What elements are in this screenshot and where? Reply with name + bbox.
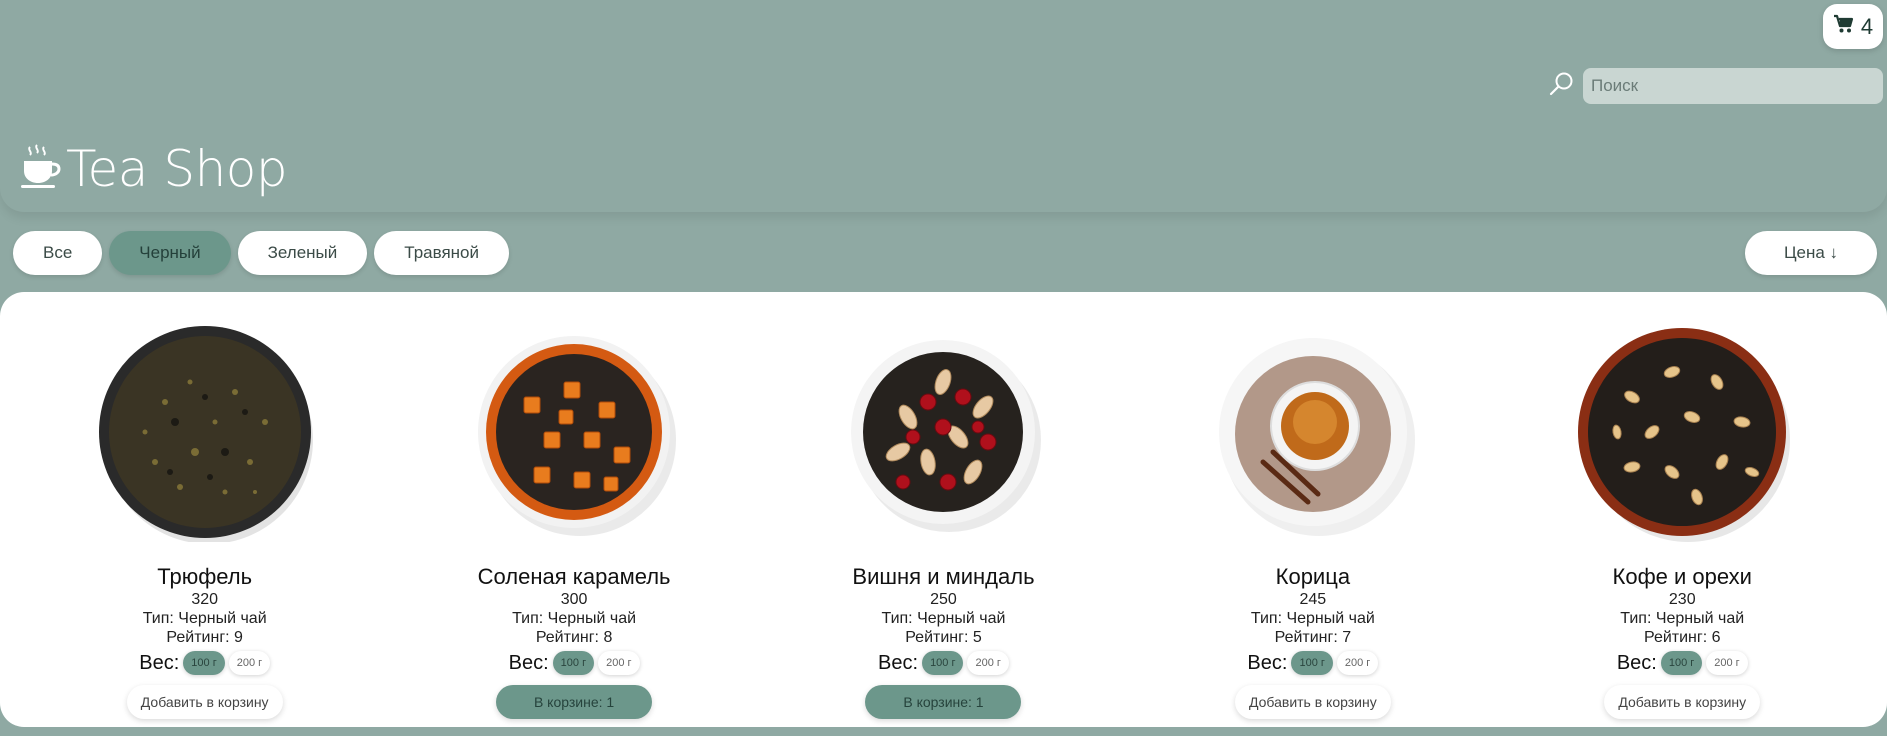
weight-label: Вес:: [1616, 651, 1657, 674]
filter-herbal[interactable]: Травяной: [374, 231, 510, 275]
weight-label: Вес:: [508, 651, 549, 674]
cart-button[interactable]: 4: [1823, 4, 1883, 49]
product-image: [464, 322, 684, 542]
filter-green[interactable]: Зеленый: [237, 231, 368, 275]
product-price: 230: [1668, 591, 1696, 608]
product-card: Соленая карамель 300 Тип: Черный чай Рей…: [424, 322, 724, 727]
product-name: Корица: [1275, 564, 1351, 589]
product-type: Тип: Черный чай: [881, 610, 1006, 627]
weight-selector: Вес: 100 г 200 г: [509, 651, 640, 675]
tea-cup-icon: [20, 143, 64, 196]
product-card: Трюфель 320 Тип: Черный чай Рейтинг: 9 В…: [55, 322, 355, 727]
product-image: [833, 322, 1053, 542]
weight-option-100[interactable]: 100 г: [183, 651, 225, 675]
in-cart-button[interactable]: В корзине: 1: [865, 685, 1022, 719]
weight-selector: Вес: 100 г 200 г: [878, 651, 1009, 675]
product-price: 300: [560, 591, 588, 608]
product-image: [95, 322, 315, 542]
search-input[interactable]: [1583, 68, 1883, 104]
product-card: Вишня и миндаль 250 Тип: Черный чай Рейт…: [793, 322, 1093, 727]
product-image: [1572, 322, 1792, 542]
product-type: Тип: Черный чай: [1250, 610, 1375, 627]
weight-selector: Вес: 100 г 200 г: [1617, 651, 1748, 675]
category-filters: Все Черный Зеленый Травяной: [13, 231, 510, 275]
logo-text: Tea Shop: [66, 140, 288, 198]
logo[interactable]: Tea Shop: [20, 140, 288, 198]
in-cart-button[interactable]: В корзине: 1: [496, 685, 653, 719]
weight-option-100[interactable]: 100 г: [1291, 651, 1333, 675]
weight-selector: Вес: 100 г 200 г: [1247, 651, 1379, 675]
filter-all[interactable]: Все: [13, 231, 103, 275]
weight-option-100[interactable]: 100 г: [552, 651, 595, 675]
weight-label: Вес:: [139, 651, 180, 674]
product-rating: Рейтинг: 5: [905, 629, 982, 646]
product-type: Тип: Черный чай: [142, 610, 267, 627]
weight-option-200[interactable]: 200 г: [967, 651, 1009, 675]
search-icon[interactable]: [1549, 71, 1575, 102]
product-name: Соленая карамель: [477, 564, 671, 589]
cart-icon: [1833, 14, 1855, 39]
weight-label: Вес:: [1247, 651, 1288, 674]
product-type: Тип: Черный чай: [512, 610, 637, 627]
product-rating: Рейтинг: 7: [1274, 629, 1352, 646]
product-grid: Трюфель 320 Тип: Черный чай Рейтинг: 9 В…: [0, 292, 1887, 727]
product-rating: Рейтинг: 8: [535, 629, 613, 646]
weight-selector: Вес: 100 г 200 г: [139, 651, 271, 675]
weight-option-100[interactable]: 100 г: [922, 651, 964, 675]
filter-black[interactable]: Черный: [109, 231, 231, 275]
weight-option-200[interactable]: 200 г: [228, 651, 271, 675]
product-name: Трюфель: [157, 564, 253, 589]
search-bar: [1549, 68, 1883, 104]
weight-option-200[interactable]: 200 г: [598, 651, 640, 675]
add-to-cart-button[interactable]: Добавить в корзину: [126, 685, 283, 719]
product-price: 245: [1299, 591, 1327, 608]
weight-label: Вес:: [878, 651, 919, 674]
weight-option-200[interactable]: 200 г: [1336, 651, 1379, 675]
product-rating: Рейтинг: 9: [166, 629, 243, 646]
weight-option-100[interactable]: 100 г: [1660, 651, 1703, 675]
product-card: Корица 245 Тип: Черный чай Рейтинг: 7 Ве…: [1163, 322, 1463, 727]
product-type: Тип: Черный чай: [1620, 610, 1745, 627]
product-price: 320: [191, 591, 219, 608]
add-to-cart-button[interactable]: Добавить в корзину: [1234, 685, 1391, 719]
product-name: Кофе и орехи: [1612, 564, 1752, 589]
site-header: 4 Tea Shop: [0, 0, 1887, 212]
product-name: Вишня и миндаль: [852, 564, 1035, 589]
cart-count: 4: [1860, 13, 1874, 39]
product-card: Кофе и орехи 230 Тип: Черный чай Рейтинг…: [1532, 322, 1832, 727]
product-rating: Рейтинг: 6: [1643, 629, 1721, 646]
product-price: 250: [930, 591, 957, 608]
add-to-cart-button[interactable]: Добавить в корзину: [1604, 685, 1761, 719]
sort-price-button[interactable]: Цена ↓: [1745, 231, 1877, 275]
weight-option-200[interactable]: 200 г: [1706, 651, 1748, 675]
product-image: [1203, 322, 1423, 542]
